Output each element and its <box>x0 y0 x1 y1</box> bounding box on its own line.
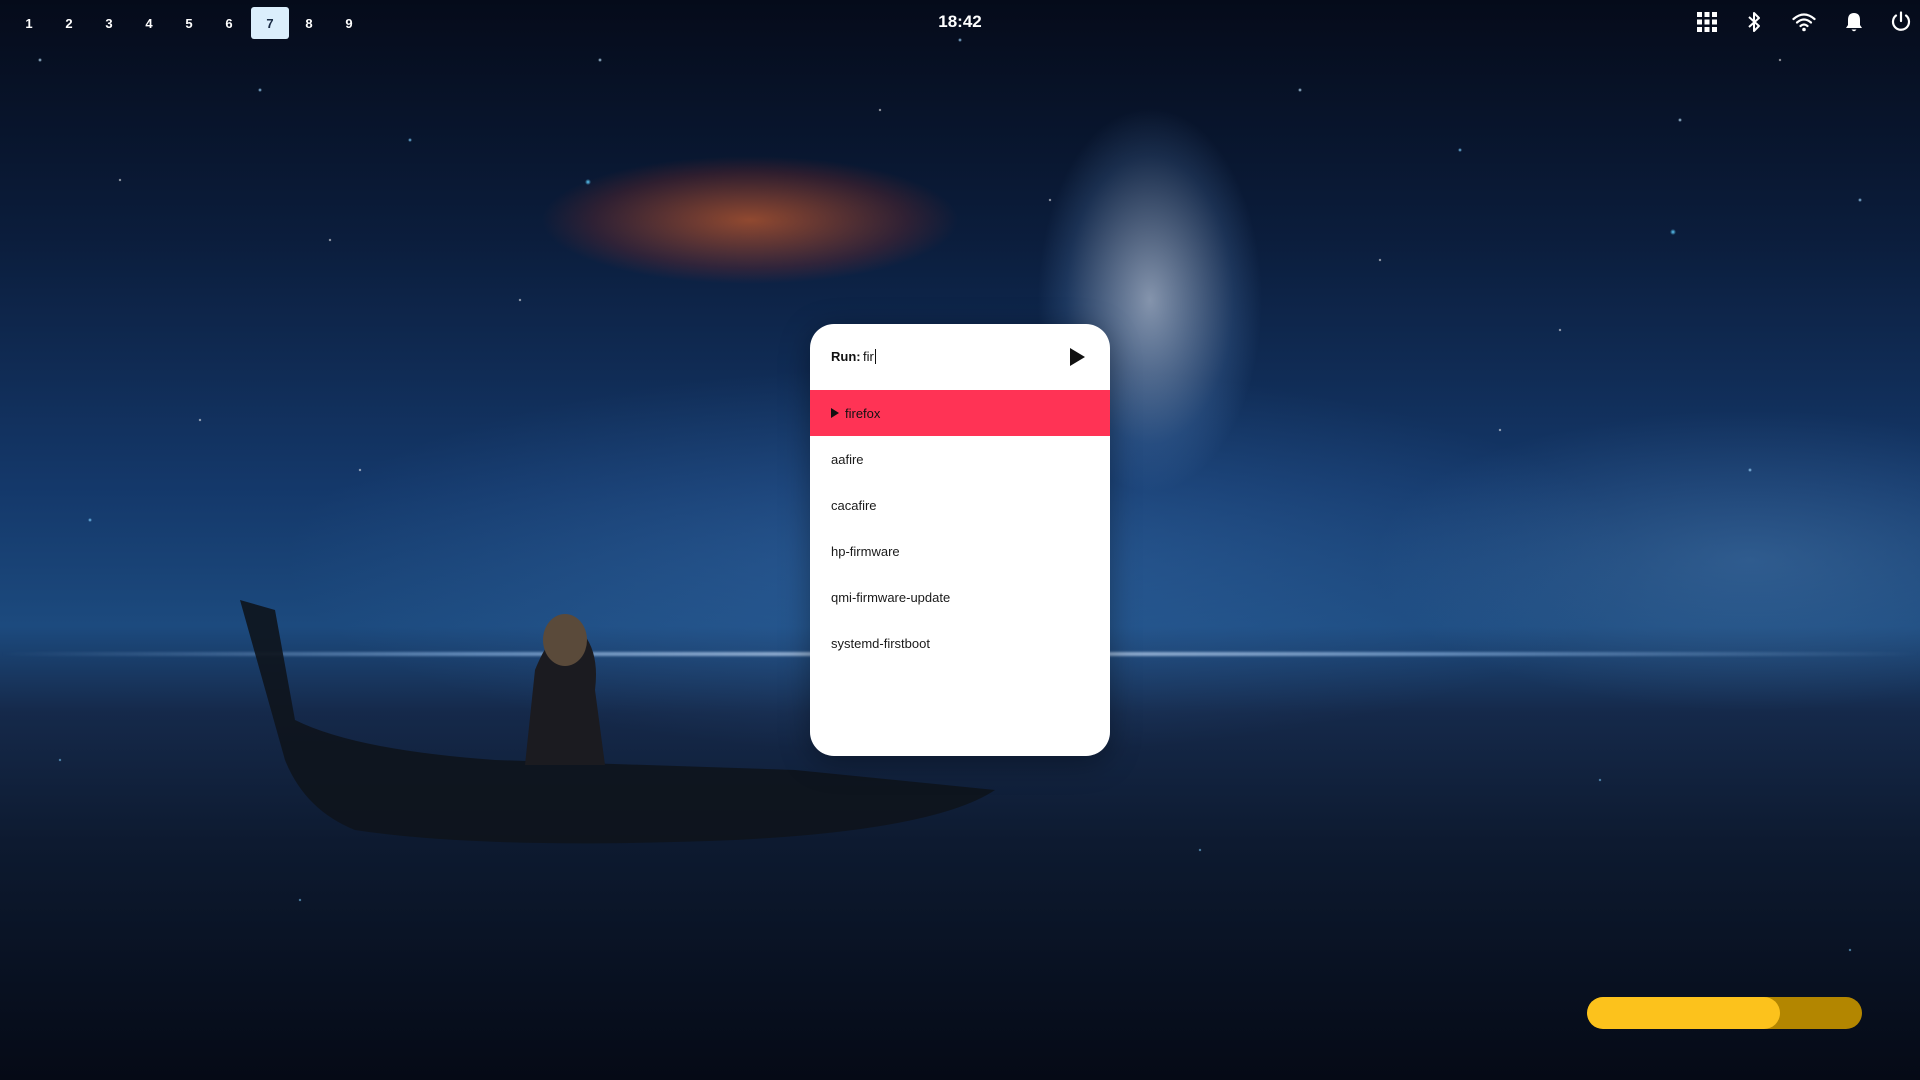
apps-grid-icon[interactable] <box>1695 10 1719 34</box>
workspace-2[interactable]: 2 <box>50 7 88 39</box>
bluetooth-icon[interactable] <box>1742 10 1766 34</box>
run-input[interactable]: fir <box>863 349 876 364</box>
result-item[interactable]: qmi-firmware-update <box>810 574 1110 620</box>
results-list: firefox aafire cacafire hp-firmware qmi-… <box>810 390 1110 666</box>
selection-arrow-icon <box>831 408 839 418</box>
notification-bell-icon[interactable] <box>1842 10 1866 34</box>
result-label: cacafire <box>831 497 877 513</box>
power-icon[interactable] <box>1889 10 1913 34</box>
battery-bar <box>1587 997 1862 1029</box>
workspace-9[interactable]: 9 <box>330 7 368 39</box>
battery-level-fill <box>1587 997 1780 1029</box>
workspace-1[interactable]: 1 <box>10 7 48 39</box>
top-panel: 1 2 3 4 5 6 7 8 9 18:42 <box>0 0 1920 44</box>
prompt-label: Run: <box>831 349 861 364</box>
prompt-row: Run: fir <box>810 324 1110 390</box>
workspace-5[interactable]: 5 <box>170 7 208 39</box>
wifi-icon[interactable] <box>1792 10 1816 34</box>
workspace-7-active[interactable]: 7 <box>251 7 289 39</box>
workspace-3[interactable]: 3 <box>90 7 128 39</box>
run-launcher: Run: fir firefox aafire cacafire hp-firm… <box>810 324 1110 756</box>
result-label: qmi-firmware-update <box>831 589 951 605</box>
desktop-wallpaper: 1 2 3 4 5 6 7 8 9 18:42 Run: fir firefox… <box>0 0 1920 1080</box>
workspace-6[interactable]: 6 <box>210 7 248 39</box>
result-label: firefox <box>845 405 881 421</box>
result-label: hp-firmware <box>831 543 900 559</box>
result-item[interactable]: systemd-firstboot <box>810 620 1110 666</box>
result-item-selected[interactable]: firefox <box>810 390 1110 436</box>
result-item[interactable]: hp-firmware <box>810 528 1110 574</box>
result-label: aafire <box>831 451 864 467</box>
result-item[interactable]: cacafire <box>810 482 1110 528</box>
run-button[interactable] <box>1066 346 1088 368</box>
play-icon <box>1070 348 1085 366</box>
workspace-8[interactable]: 8 <box>290 7 328 39</box>
result-item[interactable]: aafire <box>810 436 1110 482</box>
workspace-4[interactable]: 4 <box>130 7 168 39</box>
result-label: systemd-firstboot <box>831 635 930 651</box>
clock[interactable]: 18:42 <box>910 12 1010 32</box>
